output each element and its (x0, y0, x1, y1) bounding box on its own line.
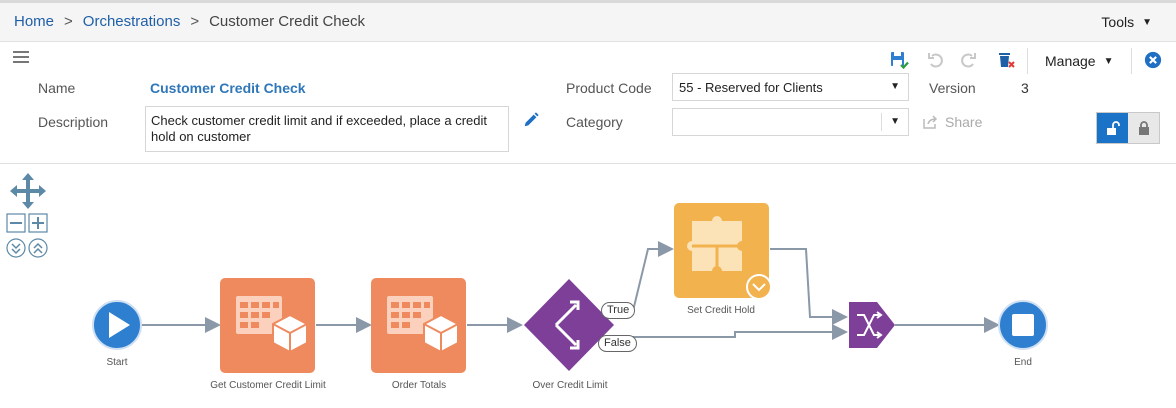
node-label-order-totals: Order Totals (391, 380, 447, 391)
product-code-value: 55 - Reserved for Clients (679, 80, 823, 95)
category-select[interactable]: ▼ (672, 108, 909, 136)
flow-diagram (6, 173, 1048, 373)
caret-down-icon: ▼ (890, 116, 900, 127)
share-label: Share (945, 114, 983, 130)
name-value[interactable]: Customer Credit Check (150, 80, 306, 96)
caret-down-icon: ▼ (890, 81, 900, 92)
node-label-get-customer-credit-limit: Get Customer Credit Limit (210, 380, 326, 391)
lock-button[interactable] (1128, 113, 1159, 143)
tools-label: Tools (1101, 14, 1135, 30)
set-credit-hold-node[interactable] (674, 203, 772, 300)
description-label: Description (38, 114, 109, 130)
get-customer-credit-limit-node[interactable] (220, 278, 315, 373)
save-icon[interactable] (889, 50, 909, 70)
breadcrumb: Home > Orchestrations > Customer Credit … (14, 13, 365, 30)
edge-label-true[interactable]: True (601, 302, 636, 319)
breadcrumb-orchestrations-link[interactable]: Orchestrations (83, 13, 181, 30)
join-node[interactable] (849, 302, 895, 348)
unlock-button[interactable] (1097, 113, 1128, 143)
lock-toggle (1096, 112, 1160, 144)
zoom-in-icon[interactable] (28, 213, 48, 233)
edge-label-false[interactable]: False (598, 335, 637, 352)
redo-icon[interactable] (958, 50, 978, 70)
category-label: Category (566, 114, 623, 130)
close-icon[interactable] (1144, 51, 1162, 69)
breadcrumb-separator: > (190, 13, 200, 30)
product-code-select[interactable]: 55 - Reserved for Clients ▼ (672, 73, 909, 101)
top-bar: Home > Orchestrations > Customer Credit … (0, 0, 1176, 42)
toolbar-divider (1131, 48, 1132, 74)
version-label: Version (929, 80, 976, 96)
pan-icon[interactable] (10, 173, 46, 209)
orchestration-header: Manage ▼ Name Customer Credit Check Desc… (0, 42, 1176, 164)
node-label-set-credit-hold: Set Credit Hold (687, 305, 755, 316)
hamburger-menu-icon[interactable] (13, 51, 29, 63)
unlock-icon (1106, 121, 1120, 135)
start-node[interactable] (92, 300, 142, 350)
over-credit-limit-rule-node[interactable] (524, 279, 614, 371)
order-totals-node[interactable] (371, 278, 466, 373)
manage-menu[interactable]: Manage ▼ (1045, 53, 1114, 69)
breadcrumb-current: Customer Credit Check (209, 13, 365, 30)
toolbar-divider (1027, 48, 1028, 74)
breadcrumb-home-link[interactable]: Home (14, 13, 54, 30)
end-node[interactable] (998, 300, 1048, 350)
expand-all-icon[interactable] (6, 238, 26, 258)
version-value: 3 (1021, 80, 1029, 96)
manage-label: Manage (1045, 53, 1096, 69)
zoom-out-icon[interactable] (6, 213, 26, 233)
description-field[interactable]: Check customer credit limit and if excee… (145, 106, 509, 152)
share-icon (923, 115, 938, 129)
pencil-edit-icon[interactable] (522, 111, 540, 129)
collapse-all-icon[interactable] (28, 238, 48, 258)
delete-icon[interactable] (996, 50, 1016, 70)
select-divider (881, 113, 882, 131)
undo-icon[interactable] (926, 50, 946, 70)
share-button[interactable]: Share (923, 114, 982, 130)
tools-menu[interactable]: Tools ▼ (1101, 14, 1152, 30)
breadcrumb-separator: > (64, 13, 73, 30)
caret-down-icon: ▼ (1103, 55, 1114, 67)
node-label-end: End (1014, 357, 1032, 368)
orchestration-canvas[interactable]: True False Start Get Customer Credit Lim… (0, 165, 1176, 408)
node-label-over-credit-limit: Over Credit Limit (532, 380, 608, 391)
name-label: Name (38, 80, 76, 96)
product-code-label: Product Code (566, 80, 652, 96)
lock-icon (1138, 121, 1149, 135)
caret-down-icon: ▼ (1142, 16, 1152, 28)
node-label-start: Start (106, 357, 128, 368)
